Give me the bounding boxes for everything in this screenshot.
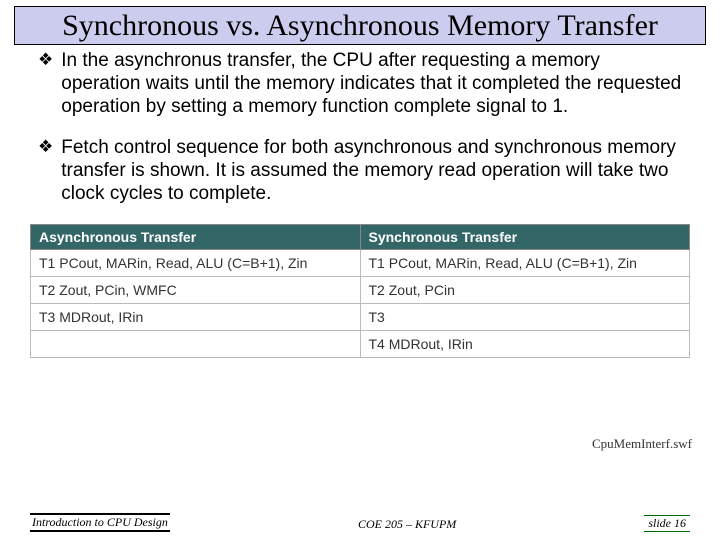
table-header: Asynchronous Transfer [31,224,361,249]
footer-left: Introduction to CPU Design [30,513,170,532]
table-header: Synchronous Transfer [360,224,690,249]
table-cell [31,330,361,357]
table-header-row: Asynchronous Transfer Synchronous Transf… [31,224,690,249]
table-cell: T2 Zout, PCin [360,276,690,303]
table-row: T3 MDRout, IRin T3 [31,303,690,330]
slide-title: Synchronous vs. Asynchronous Memory Tran… [15,9,705,44]
swf-filename-label: CpuMemInterf.swf [592,436,692,452]
table-row: T2 Zout, PCin, WMFC T2 Zout, PCin [31,276,690,303]
table-row: T1 PCout, MARin, Read, ALU (C=B+1), Zin … [31,249,690,276]
table-cell: T1 PCout, MARin, Read, ALU (C=B+1), Zin [360,249,690,276]
slide-footer: Introduction to CPU Design COE 205 – KFU… [0,513,720,532]
footer-mid: COE 205 – KFUPM [358,517,456,532]
table-cell: T4 MDRout, IRin [360,330,690,357]
bullet-text: Fetch control sequence for both asynchro… [61,136,682,206]
table-cell: T1 PCout, MARin, Read, ALU (C=B+1), Zin [31,249,361,276]
slide-body: ❖ In the asynchronus transfer, the CPU a… [0,45,720,206]
table-cell: T3 [360,303,690,330]
table-cell: T3 MDRout, IRin [31,303,361,330]
table-row: T4 MDRout, IRin [31,330,690,357]
transfer-table: Asynchronous Transfer Synchronous Transf… [30,224,690,358]
bullet-item: ❖ Fetch control sequence for both asynch… [38,136,682,206]
bullet-text: In the asynchronus transfer, the CPU aft… [61,49,682,119]
diamond-bullet-icon: ❖ [38,136,53,206]
diamond-bullet-icon: ❖ [38,49,53,119]
bullet-item: ❖ In the asynchronus transfer, the CPU a… [38,49,682,119]
slide-title-band: Synchronous vs. Asynchronous Memory Tran… [14,6,706,45]
footer-right: slide 16 [644,515,690,532]
table-cell: T2 Zout, PCin, WMFC [31,276,361,303]
transfer-table-wrap: Asynchronous Transfer Synchronous Transf… [30,224,690,358]
